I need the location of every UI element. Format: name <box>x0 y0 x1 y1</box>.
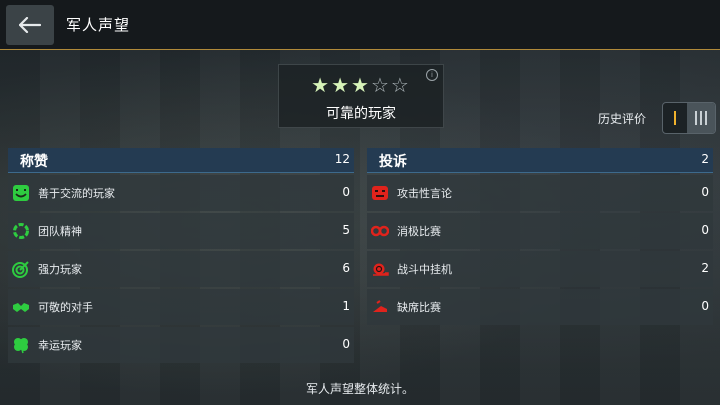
handcuffs-icon <box>371 222 389 240</box>
complaint-row-label: 攻击性言论 <box>397 187 452 200</box>
history-rating-label: 历史评价 <box>598 112 647 126</box>
complaint-row-count: 0 <box>701 185 709 199</box>
star-filled-icon: ★ <box>351 73 371 97</box>
toggle-current-option[interactable] <box>663 103 687 133</box>
praise-row-count: 6 <box>342 261 350 275</box>
star-empty-icon: ☆ <box>370 73 391 97</box>
footer-note: 军人声望整体统计。 <box>305 382 414 396</box>
target-icon <box>12 260 30 278</box>
complaints-panel: 投诉 2 攻击性言论 0 消极比赛 0 战斗中挂机 2 缺席比赛 0 <box>367 148 713 325</box>
star-filled-icon: ★ <box>311 73 332 97</box>
praise-row-count: 1 <box>342 299 350 313</box>
team-circle-icon <box>12 222 30 240</box>
praise-row[interactable]: 善于交流的玩家 0 <box>8 175 354 211</box>
top-bar: 军人声望 <box>0 0 720 50</box>
praise-title: 称赞 <box>20 154 48 170</box>
star-filled-icon: ★ <box>331 73 352 97</box>
complaint-row-label: 消极比赛 <box>397 225 441 238</box>
praise-row-label: 善于交流的玩家 <box>38 187 115 200</box>
praise-row-count: 0 <box>342 185 350 199</box>
praise-row[interactable]: 团队精神 5 <box>8 213 354 249</box>
complaint-row-count: 0 <box>701 299 709 313</box>
complaint-row[interactable]: 缺席比赛 0 <box>367 289 713 325</box>
praise-row[interactable]: 可敬的对手 1 <box>8 289 354 325</box>
info-icon[interactable]: i <box>426 69 438 81</box>
complaint-row[interactable]: 战斗中挂机 2 <box>367 251 713 287</box>
running-away-icon <box>371 298 389 316</box>
star-empty-icon: ☆ <box>390 73 411 97</box>
praise-row-label: 可敬的对手 <box>38 301 93 314</box>
praise-row-count: 0 <box>342 337 350 351</box>
arrow-left-icon <box>19 17 41 33</box>
praise-total: 12 <box>334 152 350 166</box>
history-toggle[interactable] <box>662 102 716 134</box>
reputation-rating-card: ★★★☆☆ i 可靠的玩家 <box>278 64 444 128</box>
complaints-panel-header: 投诉 2 <box>367 148 713 173</box>
page-title: 军人声望 <box>66 16 131 34</box>
complaint-row-label: 战斗中挂机 <box>397 263 452 276</box>
complaint-row-count: 2 <box>701 261 709 275</box>
snail-icon <box>371 260 389 278</box>
complaints-total: 2 <box>701 152 709 166</box>
praise-row-label: 强力玩家 <box>38 263 82 276</box>
handshake-icon <box>12 298 30 316</box>
complaint-row-label: 缺席比赛 <box>397 301 441 314</box>
star-rating: ★★★☆☆ <box>279 73 443 97</box>
praise-row-count: 5 <box>342 223 350 237</box>
complaint-row-count: 0 <box>701 223 709 237</box>
complaint-row[interactable]: 攻击性言论 0 <box>367 175 713 211</box>
praise-row[interactable]: 强力玩家 6 <box>8 251 354 287</box>
complaints-title: 投诉 <box>379 154 407 170</box>
praise-panel-header: 称赞 12 <box>8 148 354 173</box>
back-button[interactable] <box>6 5 54 45</box>
praise-row-label: 幸运玩家 <box>38 339 82 352</box>
praise-panel: 称赞 12 善于交流的玩家 0 团队精神 5 强力玩家 6 可敬的对手 1 幸运玩家 0 <box>8 148 354 363</box>
angry-face-icon <box>371 184 389 202</box>
complaint-row[interactable]: 消极比赛 0 <box>367 213 713 249</box>
clover-icon <box>12 336 30 354</box>
smile-face-icon <box>12 184 30 202</box>
praise-row-label: 团队精神 <box>38 225 82 238</box>
praise-row[interactable]: 幸运玩家 0 <box>8 327 354 363</box>
reputation-rank-label: 可靠的玩家 <box>326 106 396 122</box>
toggle-history-option[interactable] <box>687 103 715 133</box>
